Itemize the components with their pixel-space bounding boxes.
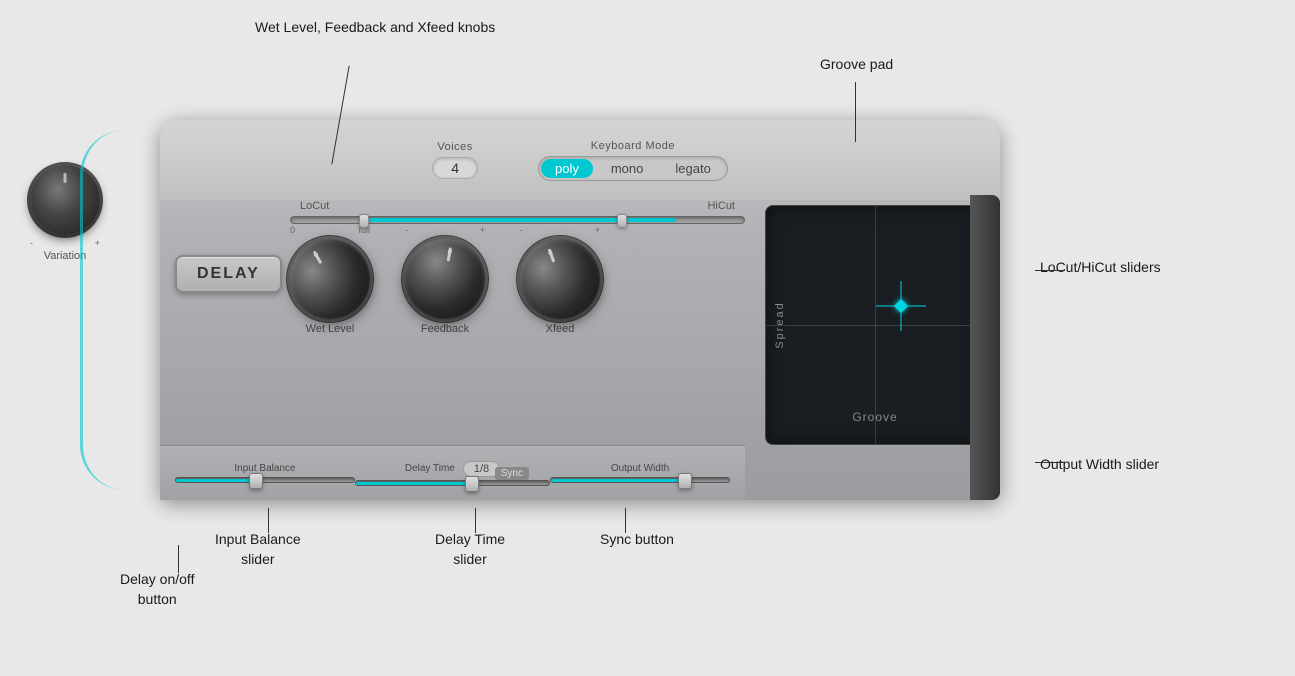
hicut-label: HiCut <box>707 200 735 212</box>
keyboard-mode-section: Keyboard Mode poly mono legato <box>538 140 728 181</box>
annotation-output-width: Output Width slider <box>1040 455 1159 475</box>
wet-level-range-labels: 0 full <box>290 225 370 235</box>
wet-level-label: Wet Level <box>306 323 355 335</box>
annotation-line-delay-time <box>475 508 476 533</box>
annotation-wet-feedback-xfeed: Wet Level, Feedback and Xfeed knobs <box>255 18 495 38</box>
output-width-fill <box>551 479 685 482</box>
feedback-max: + <box>480 225 485 235</box>
wet-level-min: 0 <box>290 225 295 235</box>
delay-button[interactable]: DELAY <box>175 255 282 293</box>
xfeed-dot <box>548 250 553 255</box>
input-balance-track[interactable] <box>175 477 355 483</box>
input-balance-thumb[interactable] <box>249 473 263 489</box>
xfeed-min: - <box>520 225 523 235</box>
voices-value[interactable]: 4 <box>432 157 478 179</box>
annotation-groove-pad: Groove pad <box>820 55 893 75</box>
feedback-knob[interactable] <box>399 233 492 326</box>
xfeed-knob[interactable] <box>509 228 612 331</box>
voices-section: Voices 4 <box>432 141 478 179</box>
feedback-dot <box>448 249 453 254</box>
delay-time-track[interactable]: Sync <box>355 480 550 486</box>
left-controls: DELAY LoCut HiCut <box>160 195 755 500</box>
top-controls: Voices 4 Keyboard Mode poly mono legato <box>160 120 1000 200</box>
annotation-line-output-width <box>1035 462 1065 463</box>
feedback-label: Feedback <box>421 323 469 335</box>
annotation-line-delay-onoff <box>178 545 179 573</box>
feedback-range-labels: - + <box>405 225 485 235</box>
annotation-locut-hicut: LoCut/HiCut sliders <box>1040 258 1161 278</box>
wet-level-max: full <box>358 225 370 235</box>
output-width-thumb[interactable] <box>678 473 692 489</box>
output-width-label: Output Width <box>550 463 730 474</box>
sync-badge[interactable]: Sync <box>495 467 529 480</box>
output-width-section: Output Width <box>550 463 730 483</box>
xfeed-label: Xfeed <box>546 323 575 335</box>
annotation-delay-onoff: Delay on/offbutton <box>120 570 194 609</box>
wet-level-knob-group: 0 full Wet Level <box>290 225 370 335</box>
annotation-line-groove <box>855 82 856 142</box>
annotation-line-input-balance <box>268 508 269 533</box>
delay-time-label: Delay Time <box>405 463 455 474</box>
input-balance-fill <box>176 479 256 482</box>
wet-level-dot <box>313 252 318 257</box>
keyboard-mode-poly[interactable]: poly <box>541 159 593 178</box>
output-width-track[interactable] <box>550 477 730 483</box>
delay-section: DELAY LoCut HiCut <box>160 195 1000 500</box>
feedback-knob-group: - + Feedback <box>405 225 485 335</box>
delay-time-thumb[interactable] <box>465 476 479 492</box>
variation-minus: - <box>30 238 33 248</box>
bottom-sliders: Input Balance Delay Time 1/8 <box>160 445 745 500</box>
keyboard-mode-buttons: poly mono legato <box>538 156 728 181</box>
filter-slider-track[interactable] <box>290 216 745 224</box>
locut-label: LoCut <box>300 200 329 212</box>
wet-level-knob[interactable] <box>275 224 384 333</box>
left-arc-decoration <box>80 130 170 490</box>
filter-labels: LoCut HiCut <box>290 200 745 212</box>
right-edge <box>970 195 1000 500</box>
groove-label: Groove <box>852 410 897 424</box>
xfeed-max: + <box>595 225 600 235</box>
keyboard-mode-mono[interactable]: mono <box>595 157 660 180</box>
annotation-delay-time: Delay Timeslider <box>435 530 505 569</box>
groove-pad-vline <box>875 206 876 444</box>
keyboard-mode-label: Keyboard Mode <box>591 140 675 152</box>
knobs-area: 0 full Wet Level - + <box>290 225 600 335</box>
xfeed-range-labels: - + <box>520 225 600 235</box>
hicut-slider-thumb[interactable] <box>617 214 627 228</box>
spread-label: Spread <box>774 301 786 348</box>
scene: - + Variation Voices 4 Keyboard Mode pol… <box>0 0 1295 676</box>
filter-slider-fill <box>359 218 676 222</box>
locut-hicut-area: LoCut HiCut <box>290 200 745 224</box>
annotation-input-balance: Input Balanceslider <box>215 530 301 569</box>
feedback-min: - <box>405 225 408 235</box>
delay-time-section: Delay Time 1/8 Sync <box>355 461 550 486</box>
xfeed-knob-group: - + Xfeed <box>520 225 600 335</box>
groove-pad-grid <box>766 206 984 444</box>
annotation-line-locut <box>1035 270 1065 271</box>
delay-time-fill <box>356 482 472 485</box>
annotation-sync-button: Sync button <box>600 530 674 550</box>
annotation-line-sync <box>625 508 626 533</box>
variation-knob-mark <box>64 173 67 183</box>
plugin-panel: Voices 4 Keyboard Mode poly mono legato … <box>160 120 1000 500</box>
keyboard-mode-legato[interactable]: legato <box>659 157 726 180</box>
input-balance-section: Input Balance <box>175 463 355 483</box>
groove-pad[interactable]: Spread Groove <box>765 205 985 445</box>
voices-label: Voices <box>437 141 472 153</box>
input-balance-label: Input Balance <box>175 463 355 474</box>
